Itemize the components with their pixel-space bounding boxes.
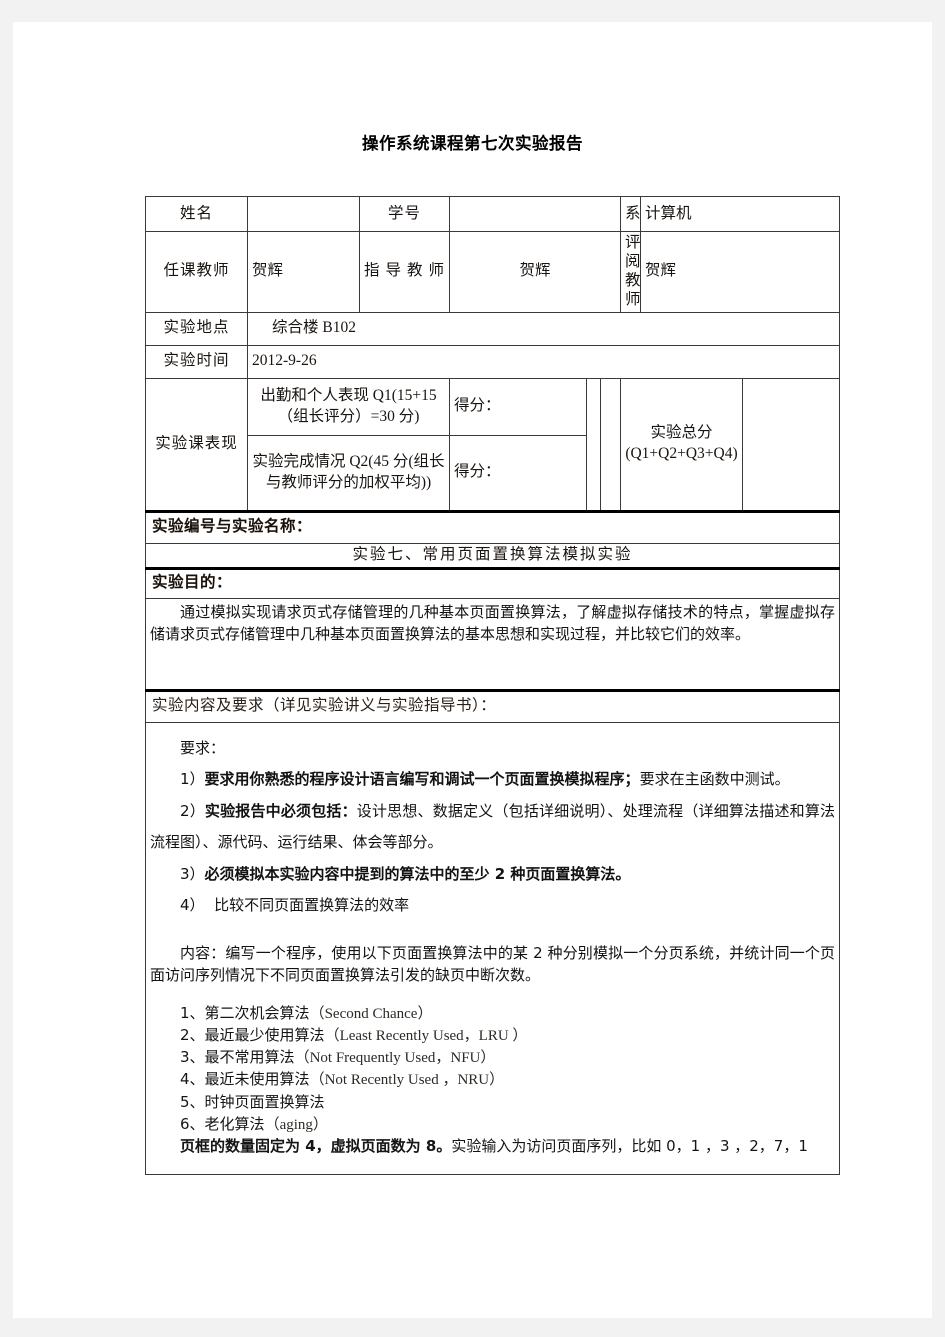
algo-1-num: 2、: [180, 1025, 205, 1044]
performance-item-2-text: 实验完成情况 Q2(45 分(组长与教师评分的加权平均)): [247, 434, 450, 512]
requirements-block: 要求： 1）要求用你熟悉的程序设计语言编写和调试一个页面置换模拟程序；要求在主函…: [150, 733, 835, 922]
tail-note-bold: 页框的数量固定为 4，虚拟页面数为 8。: [180, 1137, 452, 1156]
requirement-4: 4） 比较不同页面置换算法的效率: [150, 890, 835, 922]
table-row-place: 实验地点 综合楼 B102: [145, 311, 841, 346]
algo-1-cn: 最近最少使用算法: [204, 1025, 325, 1044]
value-department[interactable]: 计算机: [639, 196, 841, 232]
algo-2-en: （Not Frequently Used，NFU）: [294, 1050, 496, 1067]
table-row-content-header: 实验内容及要求（详见实验讲义与实验指导书）：: [144, 688, 841, 723]
content-body-cell: 要求： 1）要求用你熟悉的程序设计语言编写和调试一个页面置换模拟程序；要求在主函…: [144, 721, 841, 1175]
performance-spacer-b: [600, 377, 621, 512]
requirement-1-rest: 要求在主函数中测试。: [639, 770, 790, 789]
list-item: 4、最近未使用算法（Not Recently Used ，NRU）: [180, 1069, 835, 1091]
requirements-label: 要求：: [180, 738, 226, 757]
table-row-purpose-header: 实验目的：: [144, 566, 841, 599]
tail-note-rest: 实验输入为访问页面序列，比如 0，1 ，3 ，2，7，1: [451, 1137, 808, 1156]
label-name: 姓名: [145, 196, 248, 232]
performance-item-1-score-label: 得分：: [449, 377, 587, 436]
table-row-performance-1: 实验课表现 出勤和个人表现 Q1(15+15（组长评分）=30 分) 得分： 实…: [145, 377, 841, 512]
table-row-time: 实验时间 2012-9-26: [145, 344, 841, 379]
algo-1-en: （Least Recently Used，LRU ）: [324, 1027, 528, 1044]
table-row-content-body: 要求： 1）要求用你熟悉的程序设计语言编写和调试一个页面置换模拟程序；要求在主函…: [144, 721, 841, 1175]
content-text: 编写一个程序，使用以下页面置换算法中的某 2 种分别模拟一个分页系统，并统计同一…: [150, 943, 835, 985]
list-item: 5、时钟页面置换算法: [180, 1092, 835, 1114]
tail-note: 页框的数量固定为 4，虚拟页面数为 8。实验输入为访问页面序列，比如 0，1 ，…: [180, 1136, 835, 1157]
algo-0-num: 1、: [180, 1003, 205, 1022]
table-row-purpose-body: 通过模拟实现请求页式存储管理的几种基本页面置换算法，了解虚拟存储技术的特点，掌握…: [144, 597, 841, 691]
algo-4-num: 5、: [180, 1092, 205, 1111]
requirement-2-bold: 实验报告中必须包括：: [204, 801, 357, 820]
purpose-text: 通过模拟实现请求页式存储管理的几种基本页面置换算法，了解虚拟存储技术的特点，掌握…: [150, 602, 836, 644]
value-total-score[interactable]: [741, 377, 841, 512]
algo-2-cn: 最不常用算法: [204, 1048, 295, 1067]
algo-0-en: （Second Chance）: [309, 1005, 433, 1022]
performance-item-2-score-label: 得分：: [449, 434, 587, 512]
algo-2-num: 3、: [180, 1048, 205, 1067]
list-item: 2、最近最少使用算法（Least Recently Used，LRU ）: [180, 1025, 835, 1047]
requirement-4-num: 4）: [180, 896, 205, 915]
algo-5-en: （aging）: [264, 1117, 328, 1134]
list-item: 6、老化算法（aging）: [180, 1114, 835, 1136]
list-item: 3、最不常用算法（Not Frequently Used，NFU）: [180, 1047, 835, 1069]
experiment-title: 实验七、常用页面置换算法模拟实验: [144, 542, 841, 569]
label-course-teacher: 任课教师: [145, 231, 248, 313]
algorithm-list: 1、第二次机会算法（Second Chance） 2、最近最少使用算法（Leas…: [150, 1003, 835, 1158]
list-item: 1、第二次机会算法（Second Chance）: [180, 1003, 835, 1025]
label-guide-teacher: 指 导 教 师: [359, 231, 450, 313]
content-paragraph: 内容：编写一个程序，使用以下页面置换算法中的某 2 种分别模拟一个分页系统，并统…: [150, 942, 835, 987]
requirement-3: 3）必须模拟本实验内容中提到的算法中的至少 2 种页面置换算法。: [150, 859, 835, 891]
purpose-body-cell: 通过模拟实现请求页式存储管理的几种基本页面置换算法，了解虚拟存储技术的特点，掌握…: [144, 597, 841, 691]
performance-spacer-a: [586, 377, 601, 512]
table-row-name: 姓名 学号 系 计算机: [145, 196, 841, 232]
algo-3-en: （Not Recently Used ，NRU）: [309, 1072, 505, 1089]
label-review-teacher: 评阅教师: [620, 231, 641, 313]
report-table: 姓名 学号 系 计算机 任课教师 贺辉 指 导 教 师 贺辉 评阅教师 贺辉 实…: [144, 196, 841, 1175]
requirement-1-num: 1）: [180, 770, 205, 789]
label-lab-performance: 实验课表现: [145, 377, 248, 512]
page-title: 操作系统课程第七次实验报告: [362, 134, 583, 153]
value-lab-place[interactable]: 综合楼 B102: [246, 311, 841, 346]
value-name[interactable]: [247, 196, 360, 232]
label-department: 系: [620, 196, 641, 232]
value-course-teacher[interactable]: 贺辉: [247, 231, 360, 313]
algo-4-cn: 时钟页面置换算法: [204, 1092, 325, 1111]
table-row-exp-title: 实验七、常用页面置换算法模拟实验: [144, 542, 841, 569]
label-lab-time: 实验时间: [145, 344, 248, 379]
document-page: 操作系统课程第七次实验报告 姓名 学号 系 计算机 任课教师 贺辉 指 导 教 …: [13, 22, 932, 1318]
content-header: 实验内容及要求（详见实验讲义与实验指导书）：: [144, 688, 841, 723]
requirement-1-bold: 要求用你熟悉的程序设计语言编写和调试一个页面置换模拟程序；: [204, 770, 640, 789]
requirement-4-text: 比较不同页面置换算法的效率: [214, 896, 410, 915]
value-lab-time[interactable]: 2012-9-26: [246, 344, 841, 379]
value-guide-teacher[interactable]: 贺辉: [449, 231, 621, 313]
algo-5-cn: 老化算法: [204, 1115, 265, 1134]
algo-0-cn: 第二次机会算法: [204, 1003, 310, 1022]
value-student-id[interactable]: [449, 196, 621, 232]
algo-5-num: 6、: [180, 1115, 205, 1134]
table-row-exp-number-header: 实验编号与实验名称：: [144, 509, 841, 544]
value-review-teacher[interactable]: 贺辉: [639, 231, 841, 313]
requirement-3-bold: 必须模拟本实验内容中提到的算法中的至少 2 种页面置换算法。: [204, 864, 631, 883]
table-row-teachers: 任课教师 贺辉 指 导 教 师 贺辉 评阅教师 贺辉: [145, 231, 841, 313]
report-table-wrapper: 姓名 学号 系 计算机 任课教师 贺辉 指 导 教 师 贺辉 评阅教师 贺辉 实…: [144, 196, 841, 1175]
performance-item-1-text: 出勤和个人表现 Q1(15+15（组长评分）=30 分): [247, 377, 450, 436]
exp-number-name-header: 实验编号与实验名称：: [144, 509, 841, 544]
requirement-3-num: 3）: [180, 864, 205, 883]
label-lab-place: 实验地点: [145, 311, 248, 346]
requirement-1: 1）要求用你熟悉的程序设计语言编写和调试一个页面置换模拟程序；要求在主函数中测试…: [150, 764, 835, 796]
algo-3-cn: 最近未使用算法: [204, 1070, 310, 1089]
label-total-score: 实验总分(Q1+Q2+Q3+Q4): [620, 377, 743, 512]
label-student-id: 学号: [359, 196, 450, 232]
content-label: 内容：: [180, 943, 226, 962]
purpose-header: 实验目的：: [144, 566, 841, 599]
requirement-2-num: 2）: [180, 801, 205, 820]
algo-3-num: 4、: [180, 1070, 205, 1089]
requirement-2: 2）实验报告中必须包括：设计思想、数据定义（包括详细说明）、处理流程（详细算法描…: [150, 796, 835, 859]
